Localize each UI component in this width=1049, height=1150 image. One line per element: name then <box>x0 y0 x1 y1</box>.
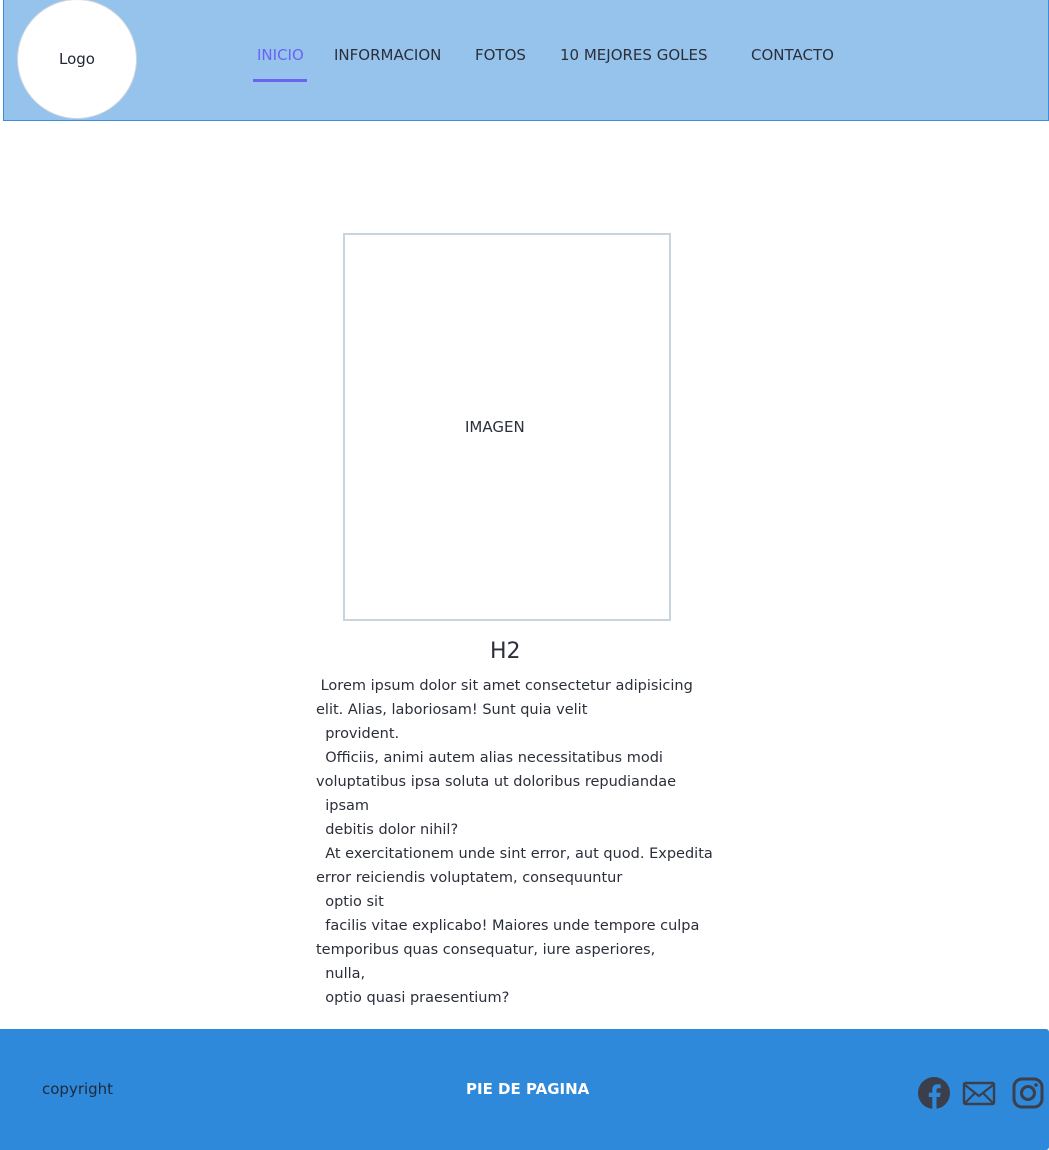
paragraph-line: debitis dolor nihil? <box>316 822 459 838</box>
image-placeholder-label: IMAGEN <box>465 418 525 436</box>
instagram-icon[interactable] <box>1011 1076 1045 1110</box>
section-heading: H2 <box>490 639 521 664</box>
body-paragraph: Lorem ipsum dolor sit amet consectetur a… <box>316 674 756 1010</box>
copyright-text: copyright <box>42 1080 114 1098</box>
paragraph-line: elit. Alias, laboriosam! Sunt quia velit <box>316 702 588 718</box>
nav-item-fotos[interactable]: FOTOS <box>475 46 526 64</box>
paragraph-line: voluptatibus ipsa soluta ut doloribus re… <box>316 774 677 790</box>
nav-item-contacto[interactable]: CONTACTO <box>751 46 834 64</box>
paragraph-line: temporibus quas consequatur, iure asperi… <box>316 942 656 958</box>
site-header: Logo INICIO INFORMACION FOTOS 10 MEJORES… <box>3 0 1049 121</box>
nav-item-mejores-goles[interactable]: 10 MEJORES GOLES <box>560 46 707 64</box>
active-nav-indicator <box>253 79 307 82</box>
logo[interactable]: Logo <box>17 0 137 119</box>
site-footer: copyright PIE DE PAGINA <box>0 1029 1049 1150</box>
nav-item-informacion[interactable]: INFORMACION <box>334 46 441 64</box>
paragraph-line: nulla, <box>316 966 366 982</box>
paragraph-line: ipsam <box>316 798 370 814</box>
paragraph-line: At exercitationem unde sint error, aut q… <box>316 846 713 862</box>
paragraph-line: optio quasi praesentium? <box>316 990 510 1006</box>
paragraph-line: error reiciendis voluptatem, consequuntu… <box>316 870 623 886</box>
paragraph-line: facilis vitae explicabo! Maiores unde te… <box>316 918 700 934</box>
logo-label: Logo <box>59 50 95 68</box>
footer-title: PIE DE PAGINA <box>466 1080 590 1098</box>
nav-item-inicio[interactable]: INICIO <box>257 46 304 64</box>
paragraph-line: Lorem ipsum dolor sit amet consectetur a… <box>316 678 693 694</box>
paragraph-line: Officiis, animi autem alias necessitatib… <box>316 750 663 766</box>
mail-icon[interactable] <box>962 1076 996 1110</box>
facebook-icon[interactable] <box>917 1076 951 1110</box>
paragraph-line: provident. <box>316 726 400 742</box>
paragraph-line: optio sit <box>316 894 384 910</box>
